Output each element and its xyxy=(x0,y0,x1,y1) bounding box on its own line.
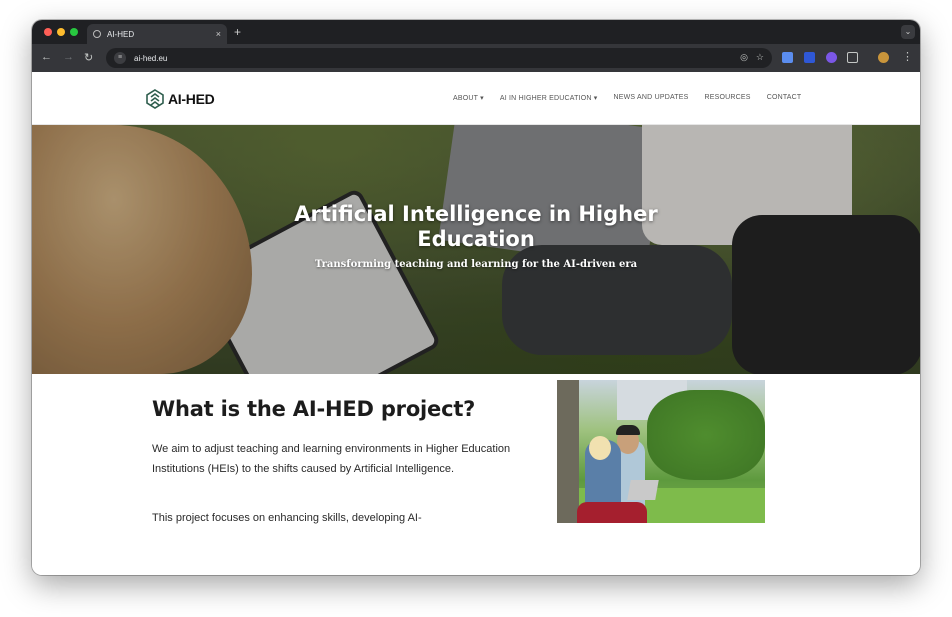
logo-text: AI-HED xyxy=(168,91,215,107)
extension-bitwarden-icon[interactable] xyxy=(804,52,815,63)
eye-off-icon[interactable]: ◎ xyxy=(740,52,748,63)
site-logo[interactable]: AI-HED xyxy=(144,88,215,110)
browser-tab[interactable]: AI-HED × xyxy=(87,24,227,44)
nav-resources[interactable]: RESOURCES xyxy=(705,94,751,102)
tab-title: AI-HED xyxy=(107,29,135,39)
maximize-window-button[interactable] xyxy=(70,28,78,36)
globe-icon xyxy=(93,30,101,38)
star-icon[interactable]: ☆ xyxy=(756,52,764,63)
about-paragraph-2: This project focuses on enhancing skills… xyxy=(152,512,422,524)
logo-icon xyxy=(146,89,164,109)
back-button[interactable]: ← xyxy=(41,51,52,63)
students-photo xyxy=(557,380,765,523)
nav-ai-in-higher-education[interactable]: AI IN HIGHER EDUCATION ▾ xyxy=(500,94,598,102)
about-paragraph-1: We aim to adjust teaching and learning e… xyxy=(152,443,511,475)
browser-window: AI-HED × + ⌄ ← → ↻ ≡ ai-hed.eu ◎ ☆ ⋮ AI-… xyxy=(32,20,920,575)
browser-menu-icon[interactable]: ⋮ xyxy=(902,50,913,63)
forward-button[interactable]: → xyxy=(63,51,74,63)
extension-purple-icon[interactable] xyxy=(826,52,837,63)
site-header: AI-HED ABOUT ▾ AI IN HIGHER EDUCATION ▾ … xyxy=(32,72,920,125)
tab-close-icon[interactable]: × xyxy=(216,29,221,39)
browser-toolbar: ← → ↻ ≡ ai-hed.eu ◎ ☆ ⋮ xyxy=(32,44,920,72)
new-tab-button[interactable]: + xyxy=(234,25,241,39)
hero-title: Artificial Intelligence in Higher Educat… xyxy=(294,202,658,251)
hero-banner: Artificial Intelligence in Higher Educat… xyxy=(32,125,920,374)
site-settings-icon[interactable]: ≡ xyxy=(114,52,126,64)
tab-search-button[interactable]: ⌄ xyxy=(901,25,915,39)
nav-about[interactable]: ABOUT ▾ xyxy=(453,94,484,102)
nav-news-and-updates[interactable]: NEWS AND UPDATES xyxy=(614,94,689,102)
extension-docs-icon[interactable] xyxy=(782,52,793,63)
extensions-puzzle-icon[interactable] xyxy=(847,52,858,63)
nav-contact[interactable]: CONTACT xyxy=(767,94,802,102)
close-window-button[interactable] xyxy=(44,28,52,36)
reload-button[interactable]: ↻ xyxy=(84,51,93,64)
address-bar[interactable]: ≡ ai-hed.eu ◎ ☆ xyxy=(106,48,772,68)
profile-avatar[interactable] xyxy=(878,52,889,63)
web-page: AI-HED ABOUT ▾ AI IN HIGHER EDUCATION ▾ … xyxy=(32,72,920,575)
hero-subtitle: Transforming teaching and learning for t… xyxy=(314,259,638,270)
tab-bar: AI-HED × + ⌄ xyxy=(32,20,920,44)
main-nav: ABOUT ▾ AI IN HIGHER EDUCATION ▾ NEWS AN… xyxy=(453,94,817,102)
url-text: ai-hed.eu xyxy=(134,53,168,63)
minimize-window-button[interactable] xyxy=(57,28,65,36)
section-title: What is the AI-HED project? xyxy=(152,397,476,421)
